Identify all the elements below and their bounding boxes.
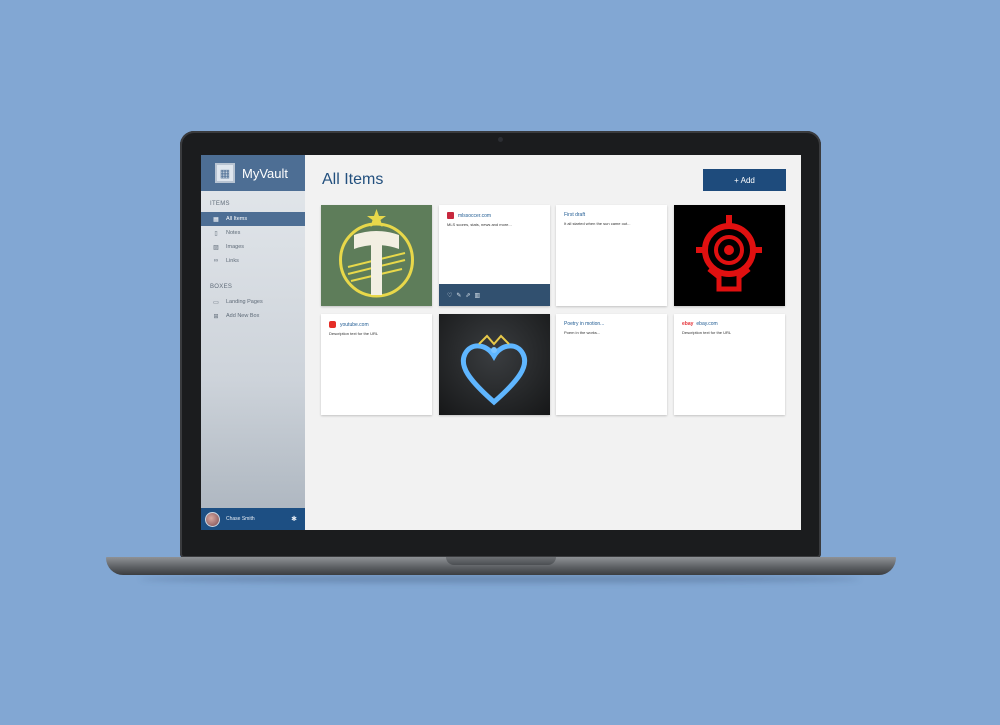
image-icon: ▨ (213, 244, 219, 251)
boxes-section-title: BOXES (210, 284, 233, 290)
inbox-icon: ▭ (213, 299, 219, 306)
item-card-link[interactable]: youtube.com Description text for the URL (321, 314, 432, 415)
trash-icon[interactable]: ▥ (474, 292, 480, 299)
sidebar-item-label: Images (226, 244, 245, 250)
heart-icon[interactable]: ♡ (447, 292, 452, 299)
card-description: Description text for the URL (682, 330, 732, 335)
item-card-note[interactable]: Poetry in motion... Poem in the works... (556, 314, 667, 415)
mls-icon (447, 212, 454, 219)
card-link-title[interactable]: ebay.com (696, 321, 717, 327)
sidebar-item-landing-pages[interactable]: ▭ Landing Pages (201, 295, 305, 309)
ebay-icon: ebay (682, 321, 694, 327)
laptop-shadow (140, 575, 860, 583)
item-card-link[interactable]: mlssoccer.com MLS scores, stats, news an… (439, 205, 550, 306)
plus-box-icon: ⊞ (213, 313, 219, 320)
main-content: All Items + Add mlssoccer.com MLS scores… (305, 155, 801, 530)
camera (498, 137, 503, 142)
laptop-base (106, 557, 896, 575)
items-grid: mlssoccer.com MLS scores, stats, news an… (321, 205, 787, 417)
sidebar-item-add-new-box[interactable]: ⊞ Add New Box (201, 309, 305, 323)
card-link-title[interactable]: mlssoccer.com (458, 213, 491, 219)
card-note-title[interactable]: First draft (564, 212, 585, 218)
card-description: It all started when the sun came out... (564, 221, 631, 226)
youtube-icon (329, 321, 336, 328)
sidebar-item-label: Links (226, 258, 239, 264)
laptop-notch (446, 557, 556, 565)
laptop-lid: ▦ MyVault ITEMS ▦ All Items ▯ Notes ▨ Im… (180, 131, 821, 558)
sidebar-item-label: Notes (226, 230, 241, 236)
app-name: MyVault (242, 165, 288, 181)
sidebar-item-images[interactable]: ▨ Images (201, 240, 305, 254)
share-icon[interactable]: ⇗ (465, 292, 470, 299)
note-icon: ▯ (214, 230, 218, 237)
sidebar-item-all-items[interactable]: ▦ All Items (201, 212, 305, 226)
sidebar: ▦ MyVault ITEMS ▦ All Items ▯ Notes ▨ Im… (201, 155, 305, 530)
sidebar-item-links[interactable]: ∞ Links (201, 254, 305, 268)
item-card-image[interactable] (439, 314, 550, 415)
sidebar-item-label: Landing Pages (226, 299, 263, 305)
avatar[interactable] (205, 511, 220, 527)
card-description: MLS scores, stats, news and more... (447, 222, 512, 227)
card-description: Description text for the URL (329, 331, 379, 336)
item-card-note[interactable]: First draft It all started when the sun … (556, 205, 667, 306)
card-link-title[interactable]: youtube.com (340, 322, 369, 328)
user-bar: Chase Smith ✱ (201, 508, 305, 530)
gear-icon[interactable]: ✱ (291, 515, 297, 523)
sidebar-item-label: Add New Box (226, 313, 260, 319)
brand-header[interactable]: ▦ MyVault (201, 155, 305, 191)
heart-crown-image (460, 334, 528, 406)
add-button[interactable]: + Add (703, 169, 786, 191)
user-name: Chase Smith (226, 516, 255, 522)
sidebar-item-notes[interactable]: ▯ Notes (201, 226, 305, 240)
axe-emblem-image (339, 209, 414, 298)
edit-icon[interactable]: ✎ (456, 292, 461, 299)
item-card-image[interactable] (674, 205, 785, 306)
card-note-title[interactable]: Poetry in motion... (564, 321, 604, 327)
items-section-title: ITEMS (210, 201, 230, 207)
item-card-link[interactable]: ebay ebay.com Description text for the U… (674, 314, 785, 415)
target-emblem-image (696, 215, 762, 292)
link-icon: ∞ (213, 258, 219, 264)
card-description: Poem in the works... (564, 330, 601, 335)
vault-logo-icon: ▦ (215, 163, 235, 183)
screen: ▦ MyVault ITEMS ▦ All Items ▯ Notes ▨ Im… (201, 155, 801, 530)
grid-icon: ▦ (213, 216, 219, 223)
page-title: All Items (322, 171, 384, 188)
card-actions-bar: ♡ ✎ ⇗ ▥ (439, 284, 550, 306)
sidebar-item-label: All Items (226, 216, 248, 222)
item-card-image[interactable] (321, 205, 432, 306)
